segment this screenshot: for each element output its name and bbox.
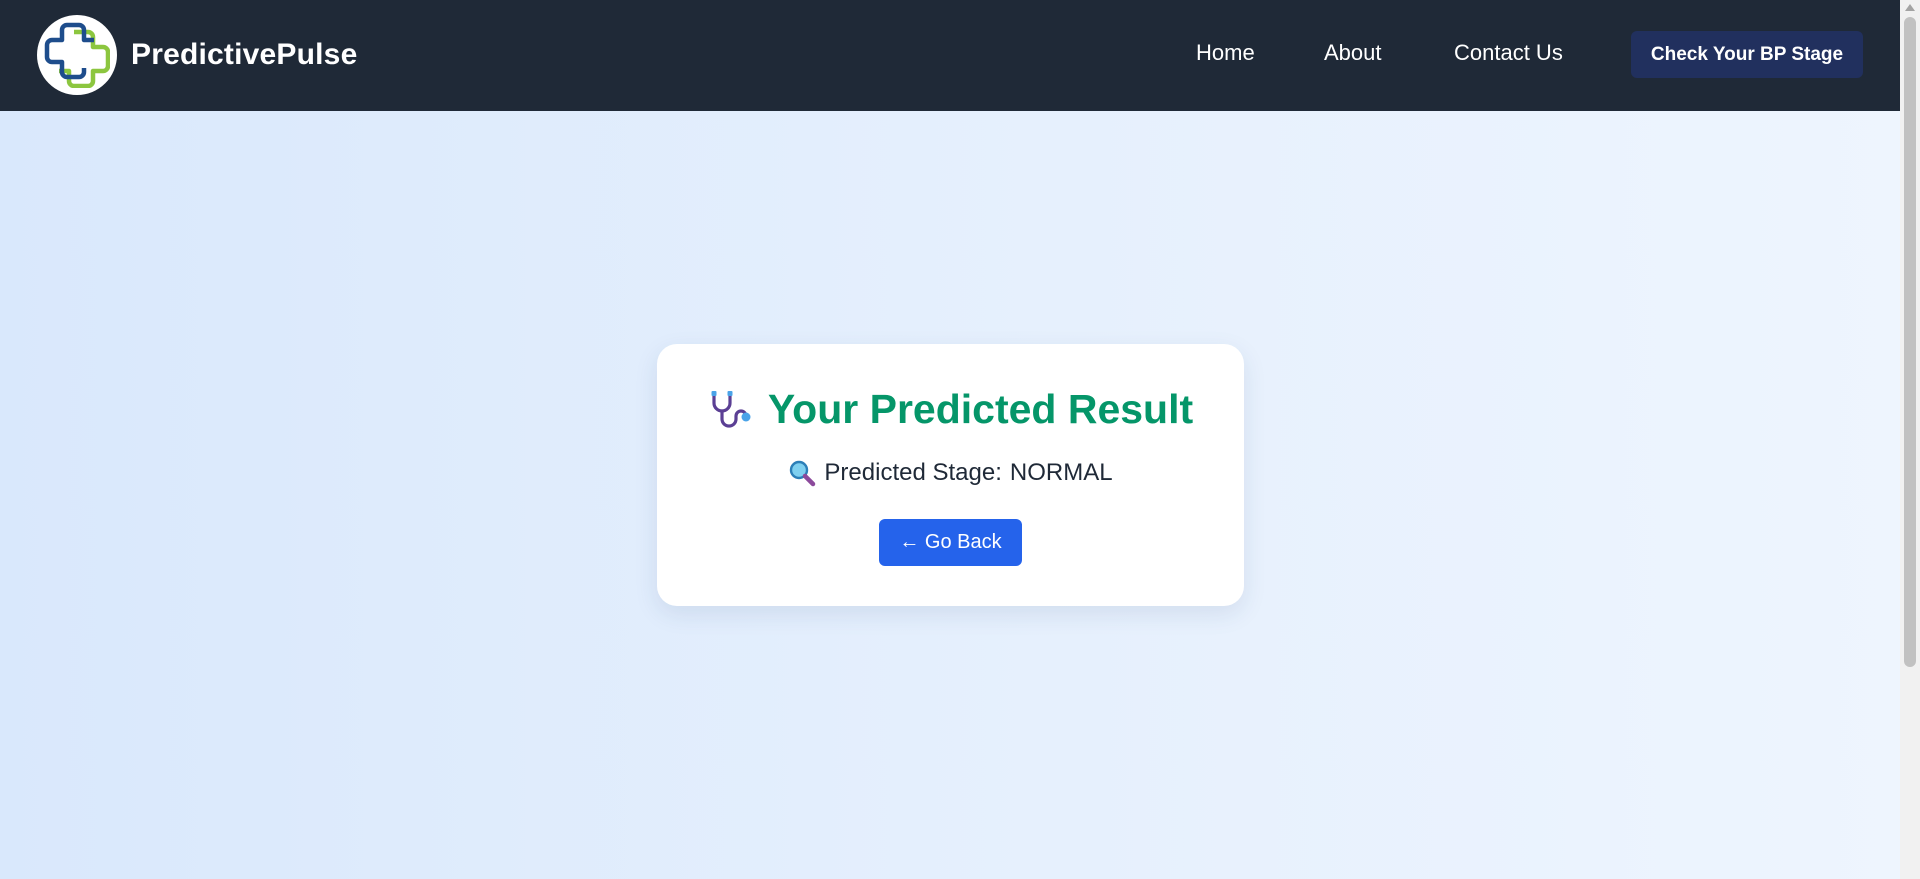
predicted-stage-label: Predicted Stage: [824, 459, 1002, 486]
nav-home-link[interactable]: Home [1196, 40, 1255, 66]
predicted-stage-value: NORMAL [1009, 459, 1113, 486]
navbar: PredictivePulse Home About Contact Us Ch… [0, 0, 1900, 111]
go-back-button[interactable]: ← Go Back [879, 519, 1022, 566]
nav-menu: Home About Contact Us [0, 0, 1900, 111]
scrollbar-thumb[interactable] [1904, 17, 1916, 667]
nav-about-link[interactable]: About [1324, 40, 1382, 66]
nav-contact-link[interactable]: Contact Us [1454, 40, 1563, 66]
vertical-scrollbar[interactable] [1900, 0, 1920, 879]
check-bp-stage-button[interactable]: Check Your BP Stage [1631, 31, 1863, 78]
result-heading: Your Predicted Result [657, 386, 1244, 433]
result-title: Your Predicted Result [767, 386, 1194, 432]
stethoscope-icon [708, 388, 752, 432]
magnifying-glass-icon [788, 459, 816, 487]
result-card: Your Predicted Result Predicted Stage: N… [657, 344, 1244, 606]
predicted-stage-line: Predicted Stage: NORMAL [657, 459, 1244, 487]
scroll-up-arrow-icon[interactable] [1905, 4, 1915, 11]
